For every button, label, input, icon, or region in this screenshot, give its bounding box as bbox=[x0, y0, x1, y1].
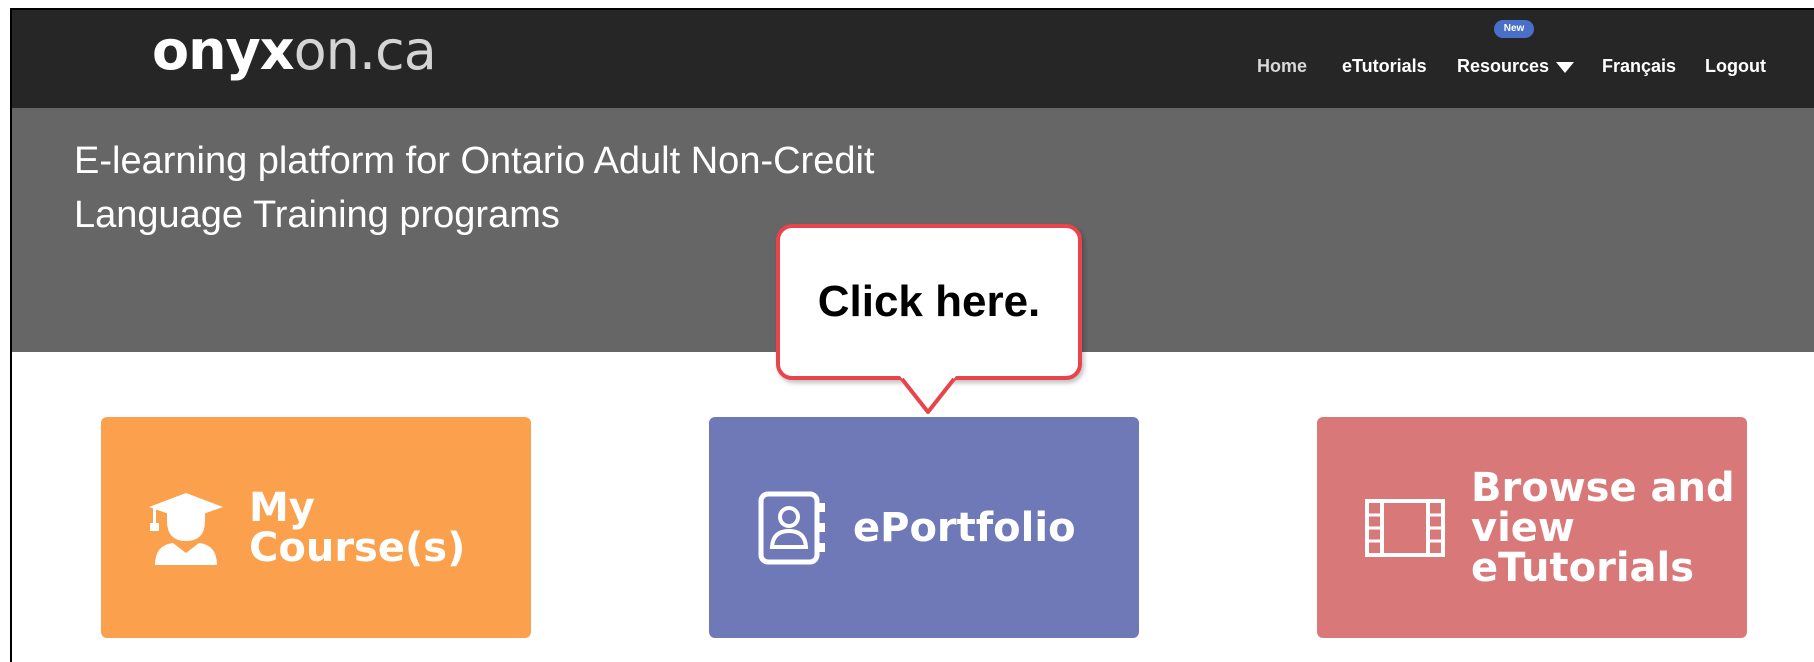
nav-francais-link[interactable]: Français bbox=[1602, 48, 1676, 84]
logo-bold-text: onyx bbox=[152, 19, 295, 82]
site-logo[interactable]: onyxon.ca bbox=[152, 24, 437, 78]
callout-text: Click here. bbox=[817, 277, 1041, 326]
contact-book-icon bbox=[758, 491, 825, 564]
nav-resources-label: Resources bbox=[1457, 56, 1550, 76]
callout-bubble: Click here. bbox=[776, 224, 1082, 380]
new-badge: New bbox=[1494, 20, 1534, 38]
graduate-icon bbox=[149, 492, 223, 565]
eportfolio-tile[interactable]: ePortfolio bbox=[709, 417, 1139, 638]
callout-pointer bbox=[900, 376, 956, 414]
nav-etutorials-link[interactable]: eTutorials bbox=[1342, 48, 1427, 84]
nav-resources-dropdown[interactable]: Resources bbox=[1457, 48, 1575, 84]
nav-home-link[interactable]: Home bbox=[1257, 48, 1307, 84]
etutorials-label: Browse and view eTutorials bbox=[1471, 464, 1735, 591]
nav-logout-link[interactable]: Logout bbox=[1705, 48, 1766, 84]
logo-light-text: on.ca bbox=[293, 19, 437, 82]
my-courses-label: My Course(s) bbox=[249, 484, 466, 571]
eportfolio-label: ePortfolio bbox=[853, 504, 1076, 551]
my-courses-tile[interactable]: My Course(s) bbox=[101, 417, 531, 638]
caret-down-icon bbox=[1556, 61, 1575, 73]
browser-viewport: onyxon.ca Home eTutorials New Resources … bbox=[10, 8, 1814, 662]
top-navbar: onyxon.ca Home eTutorials New Resources … bbox=[12, 10, 1814, 108]
film-strip-icon bbox=[1365, 498, 1445, 557]
etutorials-tile[interactable]: Browse and view eTutorials bbox=[1317, 417, 1747, 638]
